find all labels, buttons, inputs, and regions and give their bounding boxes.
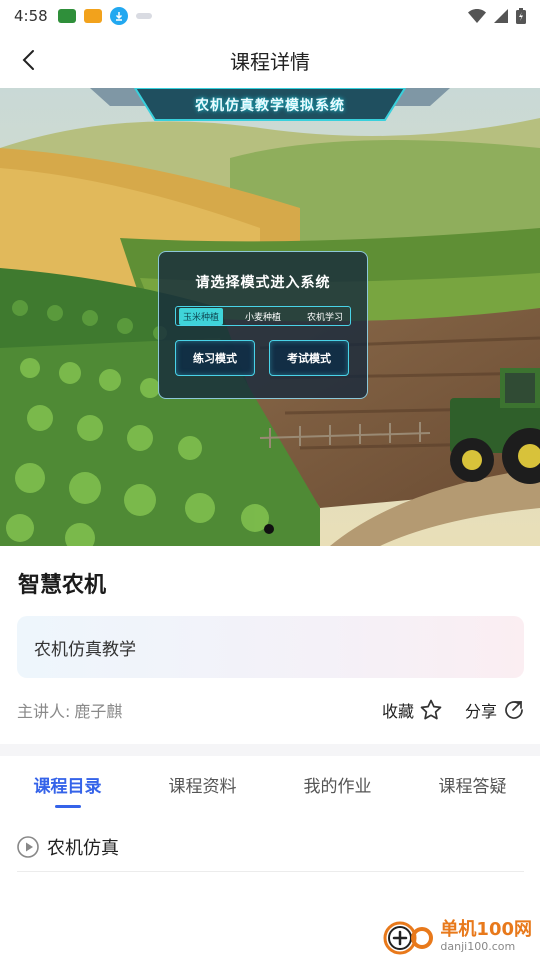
- crop-mode-tabs: 玉米种植 小麦种植 农机学习: [175, 306, 351, 326]
- top-nav-bar: 课程详情: [0, 36, 540, 84]
- page-title: 课程详情: [230, 49, 310, 74]
- status-bar: 4:58: [0, 0, 540, 32]
- teacher-name: 鹿子麒: [74, 702, 123, 721]
- mode-tab-machinery[interactable]: 农机学习: [303, 308, 347, 325]
- status-indicators: [468, 8, 526, 24]
- tab-materials[interactable]: 课程资料: [135, 756, 270, 812]
- mode-tab-wheat[interactable]: 小麦种植: [241, 308, 285, 325]
- star-icon: [420, 699, 442, 720]
- battery-icon: [516, 8, 526, 24]
- signal-icon: [494, 9, 508, 23]
- share-icon: [505, 701, 523, 719]
- teacher-info: 主讲人: 鹿子麒: [17, 698, 122, 722]
- app-notification-icon: [135, 13, 152, 19]
- course-tabs: 课程目录 课程资料 我的作业 课程答疑: [0, 756, 540, 812]
- download-icon: [109, 7, 128, 25]
- course-title: 智慧农机: [18, 573, 107, 598]
- share-button[interactable]: 分享: [465, 698, 526, 722]
- section-divider: [0, 744, 540, 756]
- system-title: 农机仿真教学模拟系统: [195, 98, 345, 114]
- teacher-label: 主讲人:: [17, 702, 71, 721]
- watermark-text: 单机100网 danji100.com: [440, 918, 532, 953]
- watermark-logo: 单机100网 danji100.com: [380, 916, 532, 956]
- mode-select-panel: 请选择模式进入系统 玉米种植 小麦种植 农机学习 练习模式 考试模式: [158, 251, 368, 399]
- tab-label: 我的作业: [303, 776, 372, 797]
- tab-homework[interactable]: 我的作业: [270, 756, 405, 812]
- tab-qa[interactable]: 课程答疑: [405, 756, 540, 812]
- watermark-title: 单机100网: [440, 918, 532, 940]
- course-description: 农机仿真教学: [34, 639, 136, 660]
- favorite-label: 收藏: [381, 702, 414, 721]
- back-button[interactable]: [12, 44, 44, 76]
- tab-label: 课程答疑: [438, 776, 507, 797]
- catalog-item-label: 农机仿真: [47, 837, 119, 859]
- system-title-banner: 农机仿真教学模拟系统: [120, 88, 420, 122]
- mode-tab-corn[interactable]: 玉米种植: [179, 307, 224, 325]
- wifi-icon: [468, 9, 486, 23]
- play-icon: [17, 835, 39, 858]
- carousel-indicator[interactable]: [264, 524, 274, 534]
- active-tab-indicator: [54, 805, 81, 808]
- mode-panel-title: 请选择模式进入系统: [195, 275, 331, 291]
- favorite-button[interactable]: 收藏: [382, 698, 443, 722]
- back-arrow-icon: [22, 50, 34, 70]
- watermark-url: danji100.com: [440, 939, 516, 953]
- list-item[interactable]: 农机仿真: [17, 822, 524, 872]
- status-time: 4:58: [14, 7, 48, 25]
- tab-label: 课程目录: [33, 776, 102, 797]
- app-notification-icon: [83, 9, 102, 23]
- tab-label: 课程资料: [168, 776, 237, 797]
- course-description-box: 农机仿真教学: [17, 616, 524, 678]
- exam-mode-button[interactable]: 考试模式: [269, 340, 349, 376]
- share-label: 分享: [464, 702, 497, 721]
- course-banner[interactable]: 农机仿真教学模拟系统 请选择模式进入系统 玉米种植 小麦种植 农机学习 练习模式…: [0, 88, 540, 546]
- practice-mode-button[interactable]: 练习模式: [175, 340, 255, 376]
- danji-logo-icon: [383, 921, 434, 955]
- tab-catalog[interactable]: 课程目录: [0, 756, 135, 812]
- course-actions: 收藏 分享: [382, 698, 526, 722]
- app-notification-icon: [57, 9, 76, 23]
